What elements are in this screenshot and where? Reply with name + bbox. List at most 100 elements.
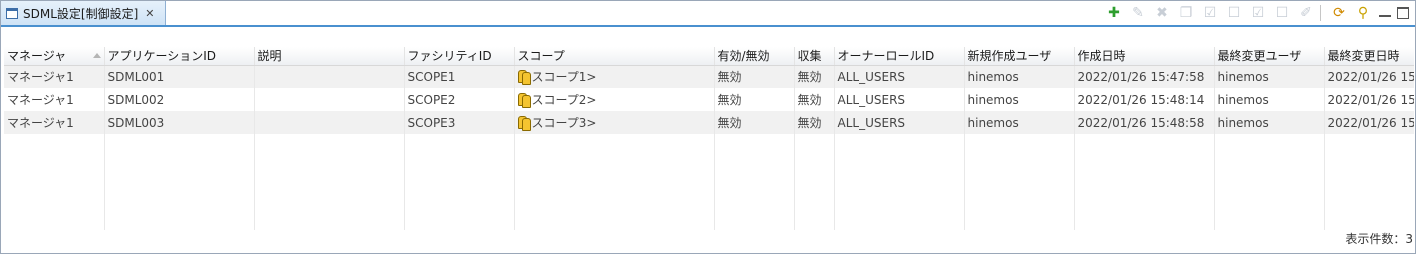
cell-text: 無効 xyxy=(717,70,742,85)
table-cell: 2022/01/26 15:47:58 xyxy=(1324,65,1414,88)
empty-cell xyxy=(1214,134,1325,230)
cell-text: スコープ3> xyxy=(531,116,597,130)
table-cell xyxy=(254,65,405,88)
tab-sdml-settings[interactable]: SDML設定[制御設定] ✕ xyxy=(1,1,166,25)
disable-check-icon[interactable]: ☐ xyxy=(1224,3,1244,23)
tab-bar: SDML設定[制御設定] ✕ ✚ ✎ ✖ ❐ ☑ ☐ ☑ ☐ ✐ ⟳ ⚲ xyxy=(1,1,1415,27)
cell-text: SDML002 xyxy=(107,92,165,107)
table-cell: hinemos xyxy=(964,65,1075,88)
cell-text: SCOPE3 xyxy=(407,115,456,130)
table-cell: hinemos xyxy=(964,111,1075,134)
column-header-label: 説明 xyxy=(257,49,282,64)
copy-icon[interactable]: ❐ xyxy=(1176,3,1196,23)
filter-icon[interactable]: ⚲ xyxy=(1353,3,1373,23)
toolbar-separator xyxy=(1320,5,1321,21)
empty-cell xyxy=(514,134,715,230)
table-cell: 無効 xyxy=(794,65,835,88)
cell-text: マネージャ1 xyxy=(7,116,74,130)
column-header-label: アプリケーションID xyxy=(107,49,217,64)
column-header-label: 作成日時 xyxy=(1077,49,1126,64)
column-header[interactable]: スコープ xyxy=(514,47,715,66)
column-header[interactable]: 有効/無効 xyxy=(714,47,795,66)
cell-text: SDML001 xyxy=(107,69,165,84)
scope-icon xyxy=(517,116,531,131)
enable-check-icon[interactable]: ☑ xyxy=(1200,3,1220,23)
column-header[interactable]: アプリケーションID xyxy=(104,47,255,66)
empty-cell xyxy=(794,134,835,230)
cell-text: 2022/01/26 15:47:58 xyxy=(1327,69,1415,84)
table-cell: hinemos xyxy=(964,88,1075,111)
scope-icon xyxy=(517,93,531,108)
view-frame: SDML設定[制御設定] ✕ ✚ ✎ ✖ ❐ ☑ ☐ ☑ ☐ ✐ ⟳ ⚲ マネージャ アプリケーション… xyxy=(0,0,1416,254)
refresh-icon[interactable]: ⟳ xyxy=(1329,3,1349,23)
table-cell: スコープ2> xyxy=(514,88,715,111)
cell-text: hinemos xyxy=(1217,115,1269,130)
minimize-icon[interactable] xyxy=(1379,9,1391,17)
column-header-label: ファシリティID xyxy=(407,49,492,64)
table-cell: ALL_USERS xyxy=(834,111,965,134)
table-cell: hinemos xyxy=(1214,88,1325,111)
column-header[interactable]: 最終変更ユーザ xyxy=(1214,47,1325,66)
clear-icon[interactable]: ✐ xyxy=(1296,3,1316,23)
cell-text: 無効 xyxy=(797,116,822,130)
sort-ascending-icon xyxy=(92,53,101,58)
empty-cell xyxy=(964,134,1075,230)
cell-text: hinemos xyxy=(967,92,1019,107)
cell-text: マネージャ1 xyxy=(7,93,74,107)
empty-cell xyxy=(4,134,105,230)
table-cell: 無効 xyxy=(714,88,795,111)
cell-text: 2022/01/26 15:48:14 xyxy=(1327,92,1415,107)
cell-text: ALL_USERS xyxy=(837,115,906,130)
table-cell: SDML003 xyxy=(104,111,255,134)
cell-text: ALL_USERS xyxy=(837,69,906,84)
cell-text: スコープ1> xyxy=(531,70,597,85)
table-cell: マネージャ1 xyxy=(4,111,105,134)
cell-text: hinemos xyxy=(1217,69,1269,84)
cell-text: 2022/01/26 15:48:58 xyxy=(1077,115,1205,130)
table-cell: hinemos xyxy=(1214,111,1325,134)
disable-check2-icon[interactable]: ☐ xyxy=(1272,3,1292,23)
column-header[interactable]: 作成日時 xyxy=(1074,47,1215,66)
maximize-icon[interactable] xyxy=(1397,7,1409,19)
table-cell xyxy=(254,88,405,111)
cell-text: 無効 xyxy=(717,93,742,107)
enable-check2-icon[interactable]: ☑ xyxy=(1248,3,1268,23)
column-header[interactable]: マネージャ xyxy=(4,47,105,66)
table-cell: SCOPE2 xyxy=(404,88,515,111)
table-row[interactable]: マネージャ1 SDML003 SCOPE3 スコープ3> 無効 無効 ALL_USERS hi… xyxy=(4,111,1414,134)
table-cell: 無効 xyxy=(714,65,795,88)
table-cell: 無効 xyxy=(794,88,835,111)
table-cell: SCOPE1 xyxy=(404,65,515,88)
add-icon[interactable]: ✚ xyxy=(1104,3,1124,23)
table-cell: 2022/01/26 15:48:14 xyxy=(1324,88,1414,111)
display-count: 表示件数：3 xyxy=(1345,232,1413,246)
cell-text: スコープ2> xyxy=(531,93,597,107)
column-header[interactable]: 最終変更日時 xyxy=(1324,47,1414,66)
close-icon[interactable]: ✕ xyxy=(145,8,154,19)
column-header[interactable]: 新規作成ユーザ xyxy=(964,47,1075,66)
cell-text: 2022/01/26 15:47:58 xyxy=(1077,69,1205,84)
table-cell: スコープ1> xyxy=(514,65,715,88)
empty-cell xyxy=(104,134,255,230)
delete-icon[interactable]: ✖ xyxy=(1152,3,1172,23)
column-header[interactable]: 収集 xyxy=(794,47,835,66)
column-header[interactable]: 説明 xyxy=(254,47,405,66)
table-row[interactable]: マネージャ1 SDML001 SCOPE1 スコープ1> 無効 無効 ALL_USERS hi… xyxy=(4,65,1414,88)
empty-cell xyxy=(834,134,965,230)
table-cell: マネージャ1 xyxy=(4,65,105,88)
view-icon xyxy=(6,7,18,19)
cell-text: SCOPE1 xyxy=(407,69,456,84)
cell-text: マネージャ1 xyxy=(7,70,74,85)
column-header[interactable]: ファシリティID xyxy=(404,47,515,66)
column-header-label: オーナーロールID xyxy=(837,49,935,64)
column-header-label: スコープ xyxy=(517,49,565,64)
table-cell: 2022/01/26 15:47:58 xyxy=(1074,65,1215,88)
cell-text: 無効 xyxy=(717,116,742,130)
column-header[interactable]: オーナーロールID xyxy=(834,47,965,66)
table-cell: スコープ3> xyxy=(514,111,715,134)
table-row[interactable]: マネージャ1 SDML002 SCOPE2 スコープ2> 無効 無効 ALL_USERS hi… xyxy=(4,88,1414,111)
column-header-label: 最終変更ユーザ xyxy=(1217,49,1302,64)
table-cell: ALL_USERS xyxy=(834,65,965,88)
edit-icon[interactable]: ✎ xyxy=(1128,3,1148,23)
column-header-label: マネージャ xyxy=(7,49,67,64)
